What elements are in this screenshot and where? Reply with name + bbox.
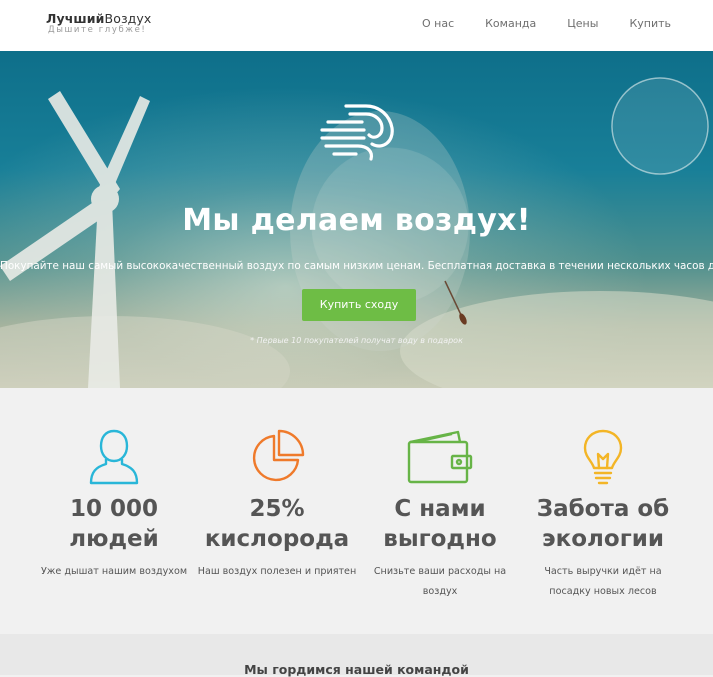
feature-description: Наш воздух полезен и приятен (197, 566, 357, 577)
hero-section: Мы делаем воздух! Покупайте наш самый вы… (0, 51, 713, 388)
logo-light-text: Воздух (104, 11, 152, 26)
features-section: 10 000 людей Уже дышат нашим воздухом 25… (0, 388, 713, 634)
user-icon (89, 429, 139, 485)
feature-title: 10 000 людей (69, 496, 159, 552)
lightbulb-icon (583, 429, 623, 485)
buy-now-button[interactable]: Купить сходу (302, 289, 416, 321)
logo-bold-text: Лучший (46, 11, 105, 26)
nav-link-buy[interactable]: Купить (629, 17, 671, 30)
wallet-icon (407, 430, 473, 484)
feature-description: Снизьте ваши расходы на воздух (373, 566, 507, 597)
nav-link-about[interactable]: О нас (422, 17, 454, 30)
logo-tagline: Дышите глубже! (48, 25, 147, 35)
nav-link-prices[interactable]: Цены (567, 17, 598, 30)
hero-footnote: * Первые 10 покупателей получат воду в п… (250, 336, 463, 345)
site-header: ЛучшийВоздух Дышите глубже! О нас Команд… (0, 0, 713, 51)
logo-title: ЛучшийВоздух (46, 11, 151, 26)
feature-title: 25% кислорода (204, 496, 350, 552)
team-section: Мы гордимся нашей командой (0, 634, 713, 677)
feature-description: Уже дышат нашим воздухом (40, 566, 188, 577)
nav-link-team[interactable]: Команда (485, 17, 536, 30)
wind-icon (320, 104, 394, 161)
pie-chart-icon (252, 429, 305, 482)
main-nav: О нас Команда Цены Купить (391, 17, 671, 30)
feature-title: С нами выгодно (383, 496, 497, 552)
hero-description: Покупайте наш самый высококачественный в… (0, 260, 713, 272)
hero-title: Мы делаем воздух! (182, 203, 531, 238)
feature-description: Часть выручки идёт на посадку новых лесо… (544, 566, 662, 597)
feature-title: Забота об экологии (536, 496, 670, 552)
logo[interactable]: ЛучшийВоздух Дышите глубже! (46, 11, 151, 35)
